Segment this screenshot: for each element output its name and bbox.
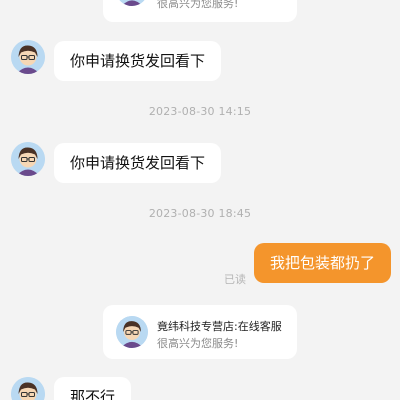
agent-avatar-icon[interactable] — [11, 377, 45, 400]
chat-scroll-area[interactable]: 很高兴为您服务! 你申请换货发回看下 2023-08-30 14:15 你申请换… — [0, 0, 400, 400]
service-card-top[interactable]: 很高兴为您服务! — [103, 0, 297, 22]
agent-avatar-icon — [116, 316, 148, 348]
message-bubble[interactable]: 那不行 — [54, 377, 132, 400]
message-timestamp: 2023-08-30 14:15 — [148, 105, 252, 118]
agent-avatar-icon[interactable] — [11, 40, 45, 74]
service-card[interactable]: 竟纬科技专营店:在线客服 很高兴为您服务! — [103, 305, 297, 359]
my-message-bubble[interactable]: 我把包装都扔了 — [254, 243, 392, 283]
agent-avatar-icon[interactable] — [11, 142, 45, 176]
message-timestamp: 2023-08-30 18:45 — [148, 207, 252, 220]
service-card-subtitle: 很高兴为您服务! — [157, 337, 239, 350]
agent-avatar-icon — [116, 0, 148, 6]
service-card-subtitle: 很高兴为您服务! — [157, 0, 239, 10]
message-bubble[interactable]: 你申请换货发回看下 — [54, 143, 222, 183]
read-status: 已读 — [224, 273, 246, 286]
service-card-title: 竟纬科技专营店:在线客服 — [157, 320, 282, 333]
message-bubble[interactable]: 你申请换货发回看下 — [54, 41, 222, 81]
